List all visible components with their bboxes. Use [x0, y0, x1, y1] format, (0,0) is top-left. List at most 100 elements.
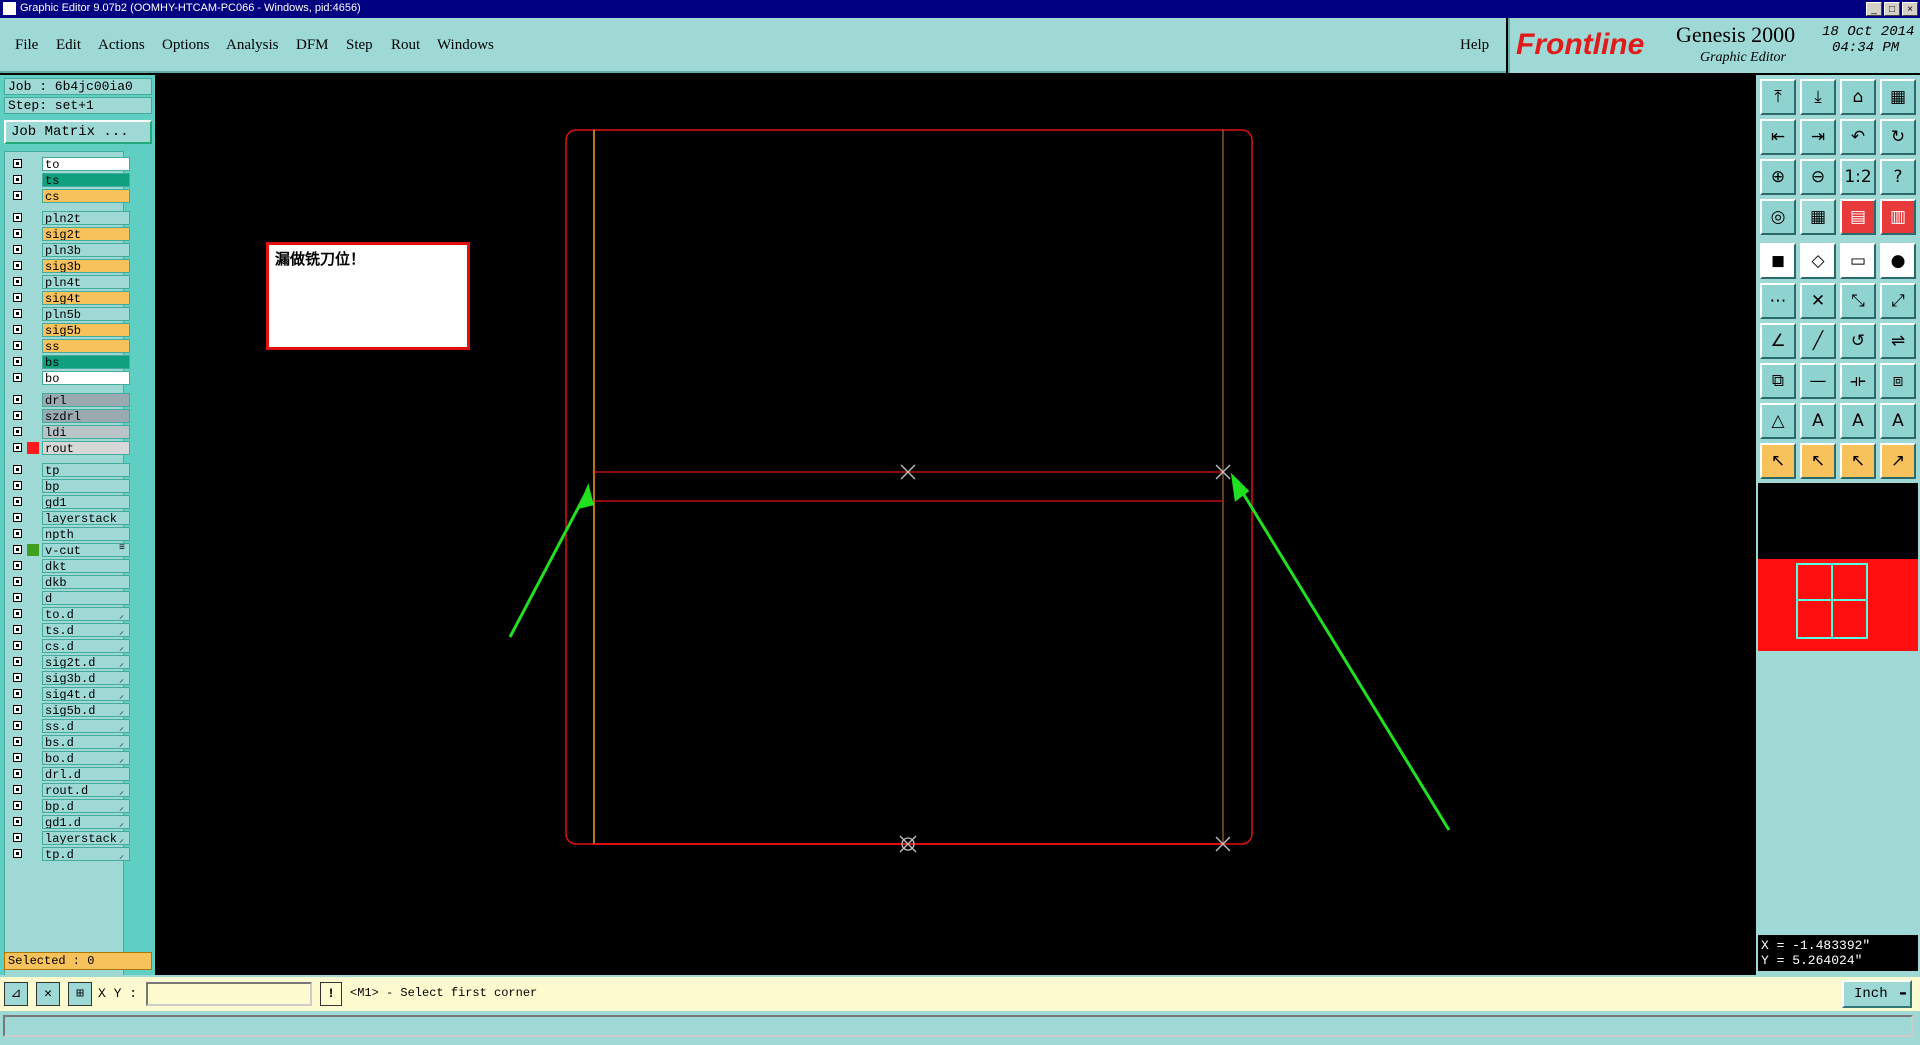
- layer-row[interactable]: bo: [7, 371, 130, 385]
- layer-row[interactable]: rout: [7, 441, 130, 455]
- rotate-icon[interactable]: ↺: [1840, 323, 1876, 359]
- redraw-icon[interactable]: ↻: [1880, 119, 1916, 155]
- layer-checkbox[interactable]: [13, 753, 22, 762]
- layer-name[interactable]: npth: [42, 527, 130, 541]
- grid-icon[interactable]: ▦: [1800, 199, 1836, 235]
- layer-checkbox[interactable]: [13, 545, 22, 554]
- layer-name[interactable]: to.d: [42, 607, 130, 621]
- layer-row[interactable]: pln2t: [7, 211, 130, 225]
- layer-name[interactable]: rout.d: [42, 783, 130, 797]
- transform-icon[interactable]: ⧈: [1880, 363, 1916, 399]
- select-box-icon[interactable]: ↖: [1800, 443, 1836, 479]
- layer-checkbox[interactable]: [13, 561, 22, 570]
- layer-name[interactable]: layerstack: [42, 831, 130, 845]
- layer-row[interactable]: tp: [7, 463, 130, 477]
- layer-name[interactable]: ss: [42, 339, 130, 353]
- layer-checkbox[interactable]: [13, 801, 22, 810]
- layer-name[interactable]: sig2t: [42, 227, 130, 241]
- home-icon[interactable]: ⌂: [1840, 79, 1876, 115]
- layer-name[interactable]: tp: [42, 463, 130, 477]
- unit-selector[interactable]: Inch ▬: [1842, 980, 1912, 1008]
- layer-row[interactable]: ss: [7, 339, 130, 353]
- mirror-icon[interactable]: ⇌: [1880, 323, 1916, 359]
- layer-checkbox[interactable]: [13, 625, 22, 634]
- layer-checkbox[interactable]: [13, 159, 22, 168]
- info-icon[interactable]: !: [320, 982, 342, 1006]
- scale-1-2-icon[interactable]: 1:2: [1840, 159, 1876, 195]
- layer-name[interactable]: cs.d: [42, 639, 130, 653]
- layer-row[interactable]: dkt: [7, 559, 130, 573]
- layer-checkbox[interactable]: [13, 609, 22, 618]
- layer-row[interactable]: v-cut ≡: [7, 543, 130, 557]
- menu-file[interactable]: File: [15, 37, 38, 54]
- layer-name[interactable]: cs: [42, 189, 130, 203]
- maximize-button[interactable]: □: [1884, 2, 1900, 16]
- layer-name[interactable]: sig3b.d: [42, 671, 130, 685]
- layer-name[interactable]: gd1: [42, 495, 130, 509]
- layer-name[interactable]: gd1.d: [42, 815, 130, 829]
- diagonal-icon[interactable]: ╱: [1800, 323, 1836, 359]
- layer-name[interactable]: bp: [42, 479, 130, 493]
- layer-name[interactable]: bs: [42, 355, 130, 369]
- layer-checkbox[interactable]: [13, 373, 22, 382]
- layer-name[interactable]: ts.d: [42, 623, 130, 637]
- layer-name[interactable]: ts: [42, 173, 130, 187]
- layer-name[interactable]: drl: [42, 393, 130, 407]
- layer-checkbox[interactable]: [13, 465, 22, 474]
- layer-row[interactable]: bo.d ⸝: [7, 751, 130, 766]
- cross-mode-icon[interactable]: ✕: [36, 982, 60, 1006]
- layer-name[interactable]: pln2t: [42, 211, 130, 225]
- help-icon[interactable]: ?: [1880, 159, 1916, 195]
- layer-name[interactable]: sig2t.d: [42, 655, 130, 669]
- layers-red-icon[interactable]: ▤: [1840, 199, 1876, 235]
- menu-analysis[interactable]: Analysis: [226, 37, 279, 54]
- layer-name[interactable]: ss.d: [42, 719, 130, 733]
- layer-checkbox[interactable]: [13, 641, 22, 650]
- layer-checkbox[interactable]: [13, 721, 22, 730]
- layer-checkbox[interactable]: [13, 411, 22, 420]
- layer-name[interactable]: drl.d: [42, 767, 130, 781]
- text-a-icon[interactable]: A: [1800, 403, 1836, 439]
- layer-name[interactable]: sig4t: [42, 291, 130, 305]
- layer-checkbox[interactable]: [13, 395, 22, 404]
- layer-checkbox[interactable]: [13, 175, 22, 184]
- ruler-icon[interactable]: ▭: [1840, 243, 1876, 279]
- select-net-icon[interactable]: ↗: [1880, 443, 1916, 479]
- copy-icon[interactable]: ⧉: [1760, 363, 1796, 399]
- layer-checkbox[interactable]: [13, 481, 22, 490]
- menu-windows[interactable]: Windows: [437, 37, 494, 54]
- layer-row[interactable]: pln4t: [7, 275, 130, 289]
- fit-icon[interactable]: ⤒: [1760, 79, 1796, 115]
- layer-checkbox[interactable]: [13, 245, 22, 254]
- layer-row[interactable]: npth: [7, 527, 130, 541]
- layer-name[interactable]: dkt: [42, 559, 130, 573]
- layer-name[interactable]: sig5b.d: [42, 703, 130, 717]
- layer-name[interactable]: ldi: [42, 425, 130, 439]
- layer-name[interactable]: pln4t: [42, 275, 130, 289]
- layer-row[interactable]: cs.d ⸝: [7, 639, 130, 654]
- select-touch-icon[interactable]: ↖: [1840, 443, 1876, 479]
- layer-checkbox[interactable]: [13, 443, 22, 452]
- layer-row[interactable]: bs: [7, 355, 130, 369]
- layer-row[interactable]: sig5b: [7, 323, 130, 337]
- move-icon[interactable]: ⤡: [1840, 283, 1876, 319]
- layer-row[interactable]: sig2t.d ⸝: [7, 655, 130, 670]
- text-a-filled-icon[interactable]: A: [1840, 403, 1876, 439]
- zoom-icon[interactable]: ⤓: [1800, 79, 1836, 115]
- menu-options[interactable]: Options: [162, 37, 210, 54]
- layer-checkbox[interactable]: [13, 705, 22, 714]
- layer-row[interactable]: layerstack: [7, 511, 130, 525]
- xy-input[interactable]: [146, 982, 312, 1006]
- layer-row[interactable]: sig4t.d ⸝: [7, 687, 130, 702]
- text-icon[interactable]: △: [1760, 403, 1796, 439]
- layer-row[interactable]: sig3b.d ⸝: [7, 671, 130, 686]
- menu-actions[interactable]: Actions: [98, 37, 145, 54]
- layer-name[interactable]: tp.d: [42, 847, 130, 861]
- layer-name[interactable]: sig5b: [42, 323, 130, 337]
- layer-row[interactable]: bp.d ⸝: [7, 799, 130, 814]
- snap-icon[interactable]: ◎: [1760, 199, 1796, 235]
- layer-checkbox[interactable]: [13, 529, 22, 538]
- window-icon[interactable]: ▦: [1880, 79, 1916, 115]
- layer-checkbox[interactable]: [13, 497, 22, 506]
- layer-name[interactable]: v-cut: [42, 543, 130, 557]
